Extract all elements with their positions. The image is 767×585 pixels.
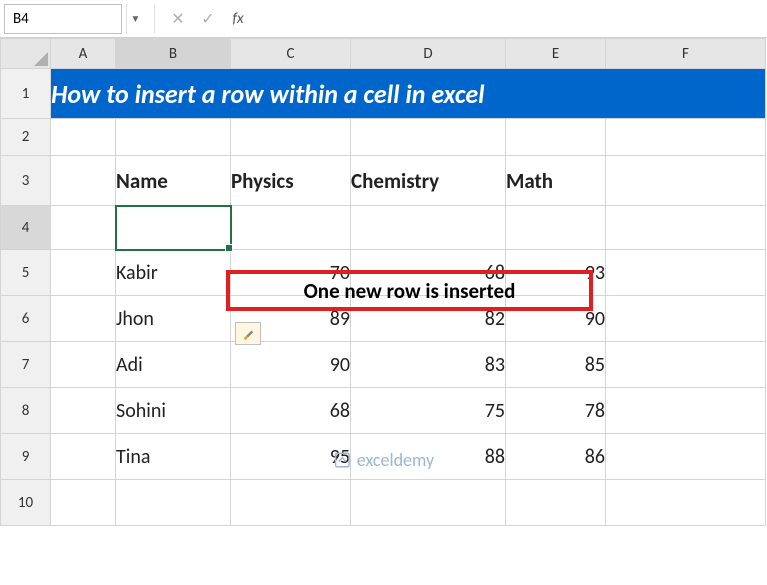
name-box[interactable]: B4	[4, 4, 122, 34]
cell-F6[interactable]	[606, 296, 766, 342]
paintbrush-icon	[241, 327, 255, 341]
cell-E8[interactable]: 78	[506, 388, 606, 434]
cell-B10[interactable]	[116, 480, 231, 526]
cell-B2[interactable]	[116, 119, 231, 156]
cell-A10[interactable]	[51, 480, 116, 526]
row-header-2[interactable]: 2	[1, 119, 51, 156]
cell-F8[interactable]	[606, 388, 766, 434]
enter-icon: ✓	[193, 9, 223, 29]
cell-E2[interactable]	[506, 119, 606, 156]
cell-A6[interactable]	[51, 296, 116, 342]
cell-F9[interactable]	[606, 434, 766, 480]
fx-icon[interactable]: fx	[223, 10, 253, 28]
cell-E6[interactable]: 90	[506, 296, 606, 342]
cell-A8[interactable]	[51, 388, 116, 434]
cell-A4[interactable]	[51, 206, 116, 250]
cell-D4[interactable]	[351, 206, 506, 250]
cell-C5[interactable]: 70	[231, 250, 351, 296]
cell-A2[interactable]	[51, 119, 116, 156]
row-header-1[interactable]: 1	[1, 69, 51, 119]
cell-D9[interactable]: 88	[351, 434, 506, 480]
cell-C4[interactable]	[231, 206, 351, 250]
cell-C8[interactable]: 68	[231, 388, 351, 434]
col-header-A[interactable]: A	[51, 39, 116, 69]
cell-A5[interactable]	[51, 250, 116, 296]
cell-A9[interactable]	[51, 434, 116, 480]
cell-D7[interactable]: 83	[351, 342, 506, 388]
row-header-7[interactable]: 7	[1, 342, 51, 388]
cell-F2[interactable]	[606, 119, 766, 156]
row-header-3[interactable]: 3	[1, 156, 51, 206]
title-cell[interactable]: How to insert a row within a cell in exc…	[51, 69, 766, 119]
cell-C3[interactable]: Physics	[231, 156, 351, 206]
insert-options-button[interactable]	[235, 322, 261, 345]
cell-D5[interactable]: 68	[351, 250, 506, 296]
cell-B8[interactable]: Sohini	[116, 388, 231, 434]
cell-B3[interactable]: Name	[116, 156, 231, 206]
cell-E10[interactable]	[506, 480, 606, 526]
cancel-icon: ✕	[163, 9, 193, 29]
grid-table: A B C D E F 1 How to insert a row within…	[0, 38, 766, 526]
row-header-6[interactable]: 6	[1, 296, 51, 342]
cell-A7[interactable]	[51, 342, 116, 388]
name-box-value: B4	[13, 10, 29, 28]
cell-B7[interactable]: Adi	[116, 342, 231, 388]
formula-bar: B4 ▼ ✕ ✓ fx	[0, 0, 767, 38]
cell-E3[interactable]: Math	[506, 156, 606, 206]
cell-E5[interactable]: 93	[506, 250, 606, 296]
row-header-10[interactable]: 10	[1, 480, 51, 526]
cell-B9[interactable]: Tina	[116, 434, 231, 480]
col-header-D[interactable]: D	[351, 39, 506, 69]
cell-F3[interactable]	[606, 156, 766, 206]
cell-C7[interactable]: 90	[231, 342, 351, 388]
row-header-8[interactable]: 8	[1, 388, 51, 434]
cell-D10[interactable]	[351, 480, 506, 526]
cell-C9[interactable]: 95	[231, 434, 351, 480]
cell-E7[interactable]: 85	[506, 342, 606, 388]
col-header-E[interactable]: E	[506, 39, 606, 69]
cell-F7[interactable]	[606, 342, 766, 388]
row-header-4[interactable]: 4	[1, 206, 51, 250]
cell-D2[interactable]	[351, 119, 506, 156]
cell-E4[interactable]	[506, 206, 606, 250]
col-header-B[interactable]: B	[116, 39, 231, 69]
cell-A3[interactable]	[51, 156, 116, 206]
cell-C10[interactable]	[231, 480, 351, 526]
cell-C2[interactable]	[231, 119, 351, 156]
col-header-F[interactable]: F	[606, 39, 766, 69]
cell-B4[interactable]	[116, 206, 231, 250]
name-box-dropdown-icon[interactable]: ▼	[126, 4, 144, 34]
cell-F10[interactable]	[606, 480, 766, 526]
cell-E9[interactable]: 86	[506, 434, 606, 480]
col-header-C[interactable]: C	[231, 39, 351, 69]
cell-D3[interactable]: Chemistry	[351, 156, 506, 206]
select-all-corner[interactable]	[1, 39, 51, 69]
cell-D6[interactable]: 82	[351, 296, 506, 342]
row-header-5[interactable]: 5	[1, 250, 51, 296]
cell-B6[interactable]: Jhon	[116, 296, 231, 342]
cell-B5[interactable]: Kabir	[116, 250, 231, 296]
spreadsheet-grid: A B C D E F 1 How to insert a row within…	[0, 38, 767, 526]
cell-F5[interactable]	[606, 250, 766, 296]
cell-F4[interactable]	[606, 206, 766, 250]
formula-input[interactable]	[253, 5, 767, 33]
row-header-9[interactable]: 9	[1, 434, 51, 480]
cell-D8[interactable]: 75	[351, 388, 506, 434]
divider	[154, 5, 155, 33]
